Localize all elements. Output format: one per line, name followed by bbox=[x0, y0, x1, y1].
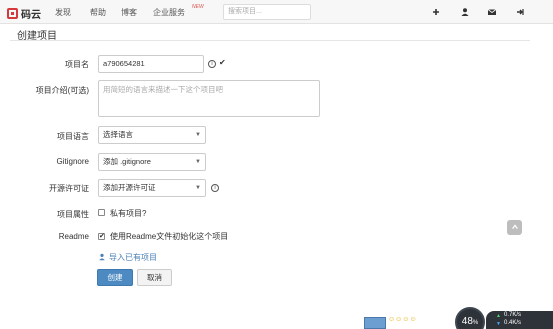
logo-icon bbox=[7, 8, 18, 19]
license-label: 开源许可证 bbox=[49, 184, 89, 193]
gitignore-label: Gitignore bbox=[56, 157, 89, 166]
new-badge: NEW bbox=[192, 4, 204, 10]
import-project-link[interactable]: 导入已有项目 bbox=[109, 252, 157, 263]
gitignore-select-value: 添加 .gitignore bbox=[103, 157, 151, 166]
check-icon: ✔ bbox=[219, 58, 226, 67]
upload-rate: 0.7K/s bbox=[504, 312, 522, 318]
gauge-value: 48 bbox=[461, 316, 473, 327]
network-speed-panel: ▲ 0.7K/s ▼ 0.4K/s bbox=[486, 311, 553, 329]
language-select-value: 选择语言 bbox=[103, 130, 133, 139]
chevron-up-icon bbox=[511, 224, 518, 229]
back-to-top-button[interactable] bbox=[507, 220, 522, 235]
sign-out-icon[interactable] bbox=[515, 7, 525, 17]
emoji-icons: ☺☺☺☺ bbox=[388, 316, 417, 323]
window-thumbnail[interactable] bbox=[364, 317, 386, 329]
chevron-down-icon: ▼ bbox=[195, 159, 201, 165]
title-divider bbox=[10, 40, 530, 41]
cancel-button[interactable]: 取消 bbox=[137, 269, 172, 286]
upload-arrow-icon: ▲ bbox=[496, 313, 501, 319]
private-checkbox-label[interactable]: 私有项目? bbox=[110, 208, 146, 219]
project-name-input[interactable]: a790654281 bbox=[98, 55, 204, 73]
site-logo[interactable]: 码云 bbox=[7, 6, 41, 21]
language-select[interactable]: 选择语言 ▼ bbox=[98, 126, 206, 144]
cpu-gauge: 48% bbox=[455, 307, 485, 329]
license-select-value: 添加开源许可证 bbox=[103, 183, 156, 192]
project-intro-textarea[interactable]: 用简短的语言来描述一下这个项目吧 bbox=[98, 80, 320, 117]
mail-icon[interactable] bbox=[487, 7, 497, 17]
logo-text: 码云 bbox=[21, 10, 41, 21]
readme-checkbox-label[interactable]: 使用Readme文件初始化这个项目 bbox=[110, 231, 228, 242]
project-intro-label: 项目介绍(可选) bbox=[35, 86, 89, 95]
nav-link-help[interactable]: 帮助 bbox=[90, 7, 106, 18]
nav-link-discover[interactable]: 发现 bbox=[55, 7, 71, 18]
search-input[interactable]: 搜索项目... bbox=[223, 4, 311, 20]
readme-label: Readme bbox=[58, 232, 89, 241]
chevron-down-icon: ▼ bbox=[195, 132, 201, 138]
download-arrow-icon: ▼ bbox=[496, 321, 501, 327]
project-attribute-label: 项目属性 bbox=[57, 210, 89, 219]
import-user-icon bbox=[99, 253, 105, 261]
plus-icon[interactable] bbox=[431, 7, 441, 17]
top-navbar: 码云 发现 帮助 博客 企业服务 NEW 搜索项目... bbox=[0, 0, 553, 24]
project-name-label: 项目名 bbox=[65, 60, 89, 69]
project-language-label: 项目语言 bbox=[57, 132, 89, 141]
nav-link-enterprise[interactable]: 企业服务 bbox=[153, 7, 185, 18]
gitignore-select[interactable]: 添加 .gitignore ▼ bbox=[98, 153, 206, 171]
license-info-icon[interactable]: i bbox=[211, 184, 219, 192]
private-checkbox[interactable] bbox=[98, 209, 105, 216]
license-select[interactable]: 添加开源许可证 ▼ bbox=[98, 179, 206, 197]
gauge-unit: % bbox=[472, 320, 479, 326]
create-button[interactable]: 创建 bbox=[97, 269, 133, 286]
download-rate: 0.4K/s bbox=[504, 320, 522, 326]
chevron-down-icon: ▼ bbox=[195, 185, 201, 191]
nav-link-blog[interactable]: 博客 bbox=[121, 7, 137, 18]
readme-checkbox[interactable] bbox=[98, 232, 105, 240]
user-icon[interactable] bbox=[460, 7, 470, 17]
info-icon[interactable]: i bbox=[208, 60, 216, 68]
